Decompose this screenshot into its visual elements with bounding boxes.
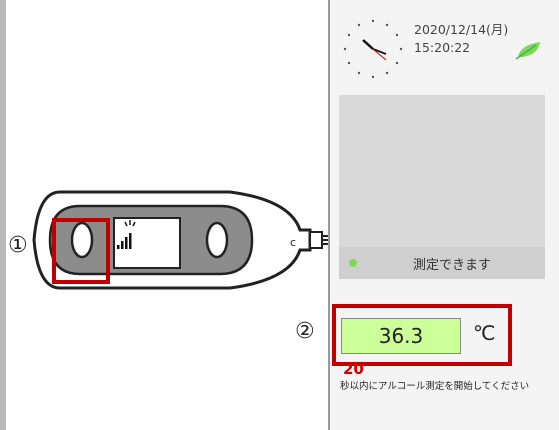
camera-preview	[339, 95, 545, 247]
datetime-display: 2020/12/14(月) 15:20:22	[414, 21, 508, 57]
callout-2: ②	[295, 319, 315, 344]
status-text: 測定できます	[413, 258, 492, 273]
temperature-value: 36.3	[341, 318, 461, 354]
temperature-unit: ℃	[473, 321, 496, 345]
connector-label: c	[290, 236, 296, 249]
countdown-seconds: 20	[343, 363, 364, 375]
breathalyzer-device-illustration: c	[32, 190, 330, 290]
date-text: 2020/12/14(月)	[414, 22, 509, 37]
status-bar: 測定できます	[339, 247, 545, 279]
instruction-text: 秒以内にアルコール測定を開始してください	[340, 381, 530, 392]
leaf-icon	[515, 42, 540, 60]
status-indicator-dot	[349, 259, 357, 267]
window-edge	[0, 0, 6, 430]
callout-1: ①	[8, 233, 28, 258]
time-text: 15:20:22	[414, 40, 471, 55]
clock-icon	[343, 19, 403, 79]
